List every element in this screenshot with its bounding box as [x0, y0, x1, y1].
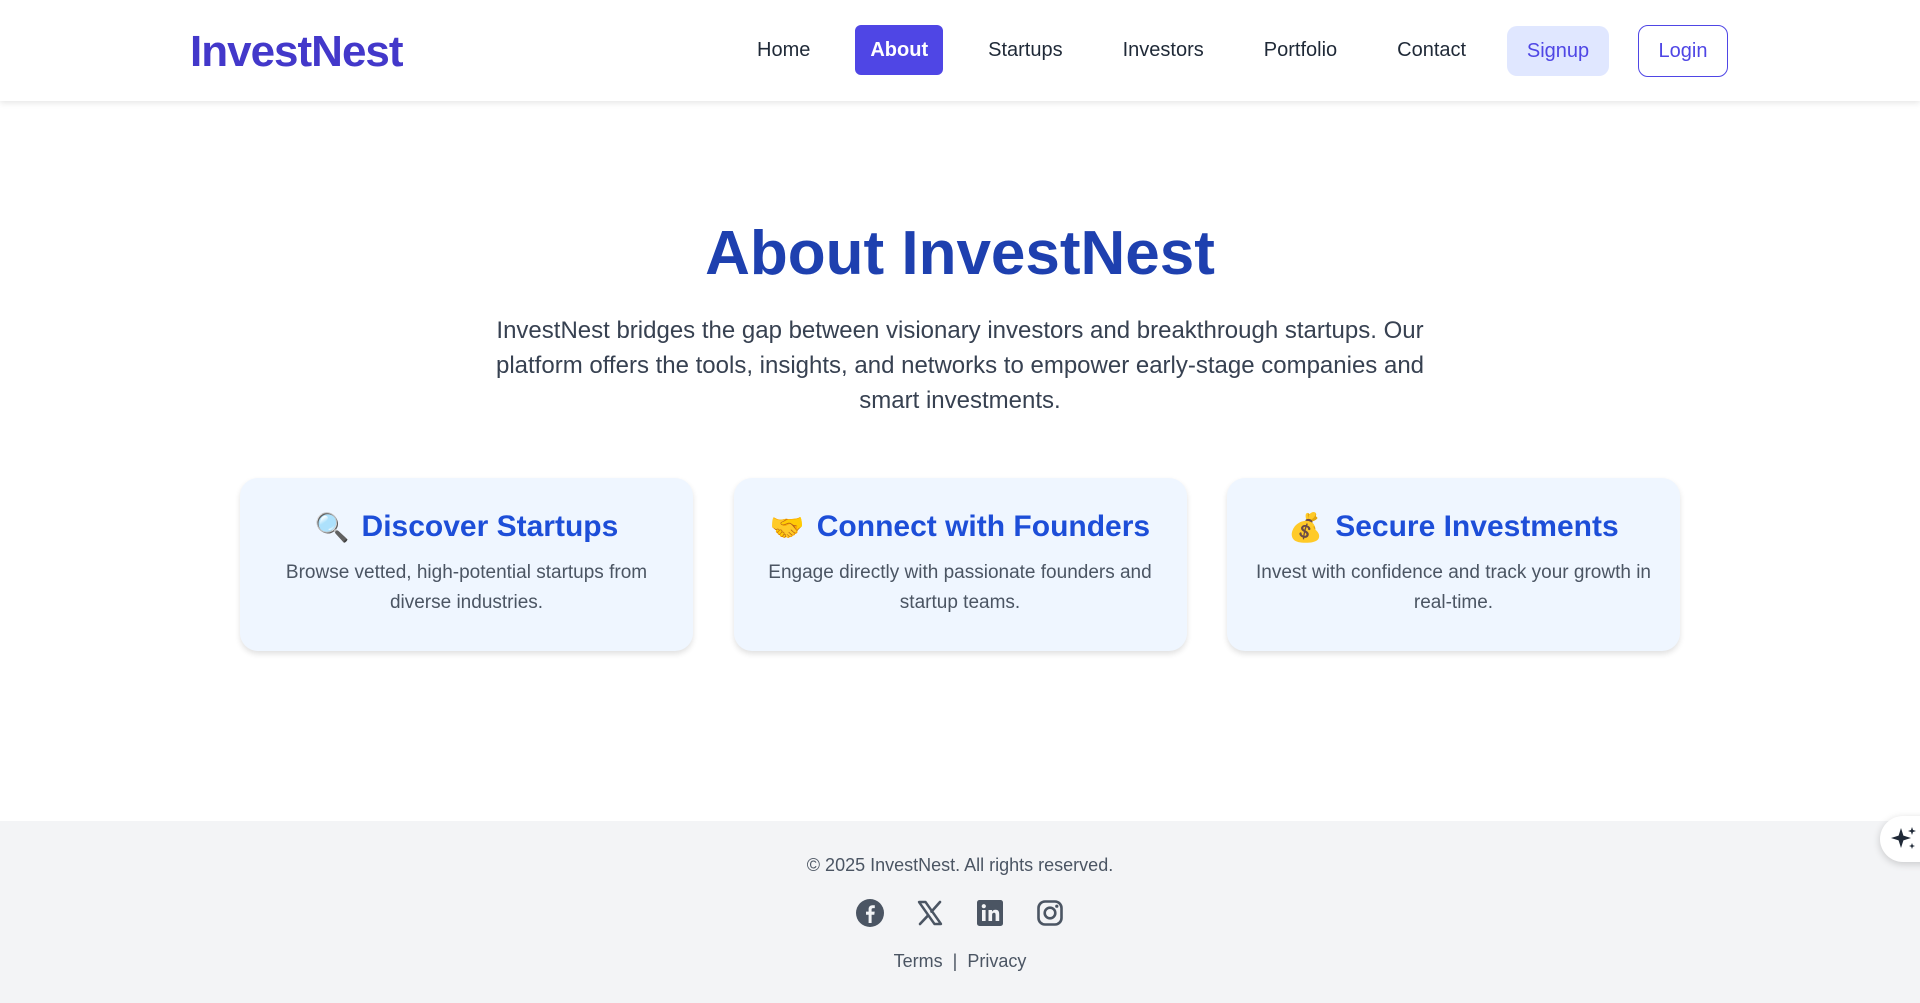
brand-logo[interactable]: InvestNest: [190, 27, 404, 77]
x-icon[interactable]: [915, 898, 945, 928]
nav-item-contact[interactable]: Contact: [1382, 25, 1481, 75]
ai-assistant-button[interactable]: [1880, 816, 1920, 862]
feature-card-title: 🔍 Discover Startups: [240, 510, 693, 544]
handshake-icon: 🤝: [769, 510, 805, 544]
feature-card-secure: 💰 Secure Investments Invest with confide…: [1227, 478, 1680, 651]
page-title: About InvestNest: [705, 219, 1215, 288]
nav-item-investors[interactable]: Investors: [1108, 25, 1219, 75]
footer: © 2025 InvestNest. All rights reserved.: [0, 821, 1920, 1003]
feature-card-title: 🤝 Connect with Founders: [734, 510, 1187, 544]
nav-item-about[interactable]: About: [855, 25, 944, 75]
navbar: InvestNest Home About Startups Investors…: [0, 0, 1920, 101]
magnifying-glass-icon: 🔍: [314, 510, 350, 544]
feature-card-description: Invest with confidence and track your gr…: [1256, 562, 1651, 613]
feature-card-title-text: Connect with Founders: [816, 510, 1151, 543]
feature-card-title-text: Secure Investments: [1335, 510, 1619, 543]
legal-links: Terms | Privacy: [0, 951, 1920, 972]
copyright-text: © 2025 InvestNest. All rights reserved.: [806, 855, 1114, 875]
signup-button[interactable]: Signup: [1507, 26, 1609, 76]
money-bag-icon: 💰: [1288, 510, 1324, 544]
feature-cards: 🔍 Discover Startups Browse vetted, high-…: [240, 478, 1680, 651]
nav-item-home[interactable]: Home: [742, 25, 825, 75]
instagram-icon[interactable]: [1035, 898, 1065, 928]
privacy-link[interactable]: Privacy: [967, 951, 1026, 972]
nav-item-portfolio[interactable]: Portfolio: [1249, 25, 1352, 75]
feature-card-discover: 🔍 Discover Startups Browse vetted, high-…: [240, 478, 693, 651]
login-button[interactable]: Login: [1638, 25, 1728, 77]
linkedin-icon[interactable]: [975, 898, 1005, 928]
social-links: [855, 898, 1065, 928]
page-description: InvestNest bridges the gap between visio…: [495, 317, 1425, 414]
feature-card-title: 💰 Secure Investments: [1227, 510, 1680, 544]
feature-card-description: Engage directly with passionate founders…: [768, 562, 1152, 613]
legal-separator: |: [952, 951, 958, 971]
feature-card-title-text: Discover Startups: [361, 510, 619, 543]
feature-card-description: Browse vetted, high-potential startups f…: [285, 562, 648, 613]
facebook-icon[interactable]: [855, 898, 885, 928]
terms-link[interactable]: Terms: [894, 951, 943, 972]
nav-links: Home About Startups Investors Portfolio …: [727, 24, 1496, 76]
sparkle-icon: [1891, 827, 1916, 849]
nav-item-startups[interactable]: Startups: [973, 25, 1077, 75]
feature-card-connect: 🤝 Connect with Founders Engage directly …: [733, 478, 1187, 651]
